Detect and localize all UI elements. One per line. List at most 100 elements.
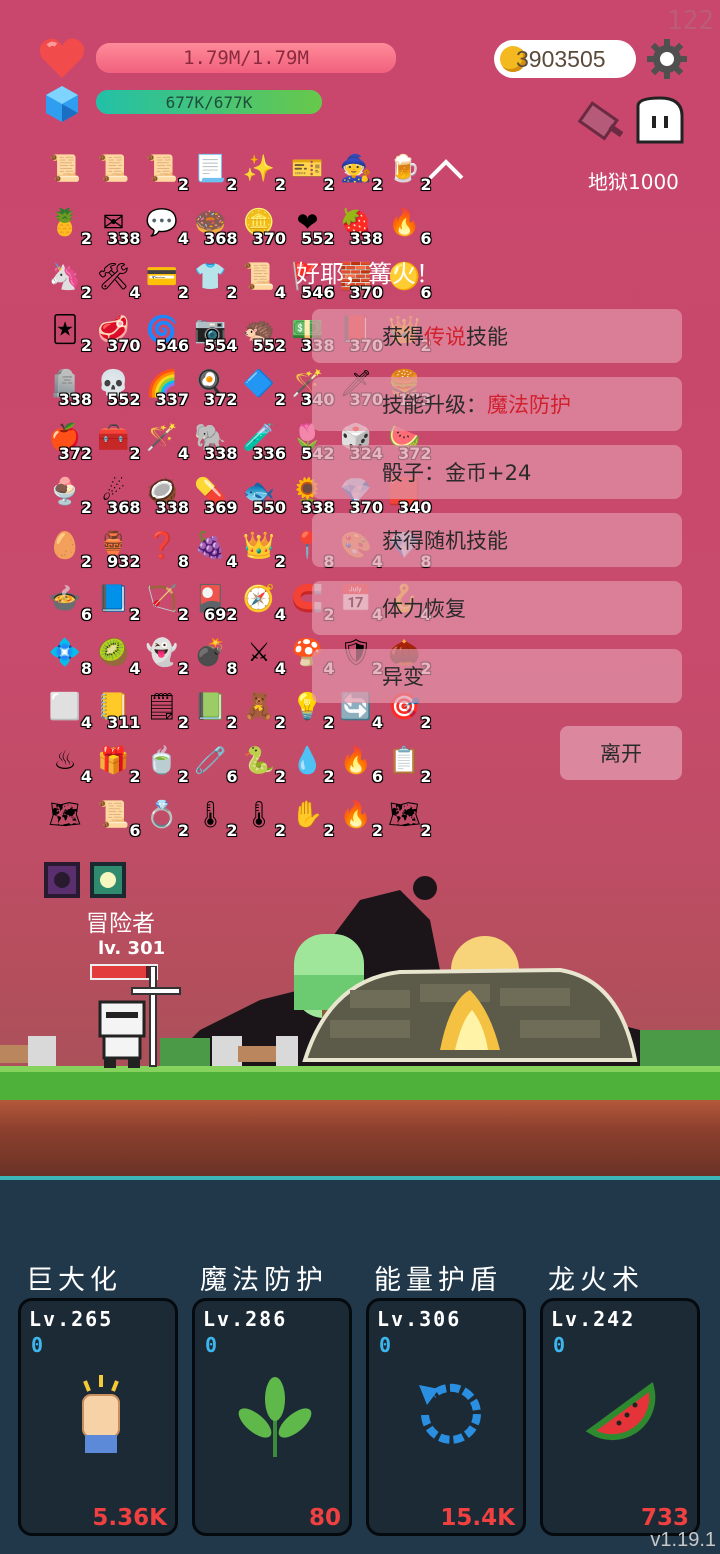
- inventory-item[interactable]: ✨ 2: [240, 150, 286, 194]
- inventory-item[interactable]: 📜 4: [240, 258, 286, 302]
- inventory-item[interactable]: 🗺: [46, 796, 84, 834]
- inventory-item[interactable]: 🃏 2: [46, 311, 92, 355]
- inventory-item[interactable]: 🍲 6: [46, 580, 92, 624]
- inventory-item[interactable]: ✋ 2: [289, 796, 334, 840]
- inventory-item[interactable]: 🪦 338: [46, 365, 92, 409]
- inventory-item[interactable]: ♨ 4: [46, 742, 92, 786]
- inventory-item[interactable]: 🌀 546: [143, 311, 189, 355]
- inventory-item[interactable]: 👑2: [240, 527, 286, 571]
- event-option-button[interactable]: 骰子：金币+24: [312, 445, 682, 499]
- inventory-item[interactable]: 💳 2: [143, 258, 189, 302]
- inventory-item[interactable]: 📗 2: [192, 688, 237, 732]
- inventory-item[interactable]: 🧙 2: [337, 150, 383, 194]
- item-icon: 📃: [194, 154, 227, 184]
- inventory-item[interactable]: 🐟 550: [240, 473, 286, 517]
- skill-card[interactable]: Lv.286 0 80: [192, 1298, 352, 1536]
- inventory-item[interactable]: 📃 2: [192, 150, 237, 194]
- inventory-item[interactable]: 🧷 6: [192, 742, 237, 786]
- inventory-item[interactable]: 🏺 932: [95, 527, 140, 571]
- inventory-item[interactable]: 🎁 2: [95, 742, 140, 786]
- inventory-item[interactable]: 💬 4: [143, 204, 189, 248]
- skill-name: 龙火术: [548, 1265, 644, 1296]
- event-option-button[interactable]: 异变: [312, 649, 682, 703]
- inventory-item[interactable]: 🦔 552: [240, 311, 286, 355]
- inventory-item[interactable]: 🍓 338: [337, 204, 383, 248]
- inventory-item[interactable]: 🗺 2: [386, 796, 432, 840]
- inventory-item[interactable]: 🪙 370: [240, 204, 286, 248]
- inventory-item[interactable]: 🪄 4: [143, 419, 189, 463]
- inventory-item[interactable]: 🐘 338: [192, 419, 237, 463]
- inventory-item[interactable]: ⬜ 4: [46, 688, 92, 732]
- item-icon: 📗: [194, 692, 227, 722]
- inventory-item[interactable]: 🧭 4: [240, 580, 286, 624]
- inventory-item[interactable]: 📘 2: [95, 580, 140, 624]
- item-count: 336: [252, 444, 286, 463]
- inventory-item[interactable]: 📷 554: [192, 311, 237, 355]
- inventory-item[interactable]: 🐍 2: [240, 742, 286, 786]
- inventory-item[interactable]: 💊 369: [192, 473, 237, 517]
- event-option-button[interactable]: 获得随机技能: [312, 513, 682, 567]
- leave-button[interactable]: 离开: [560, 726, 682, 780]
- inventory-item[interactable]: ✉ 338: [95, 204, 141, 248]
- inventory-item[interactable]: ❤ 552: [289, 204, 335, 248]
- item-count: 372: [204, 390, 238, 410]
- inventory-item[interactable]: ☄ 368: [95, 473, 141, 517]
- inventory-item[interactable]: 💍 2: [143, 796, 189, 840]
- inventory-item[interactable]: 👻 2: [143, 634, 189, 678]
- gear-icon[interactable]: [646, 38, 688, 80]
- inventory-item[interactable]: 🥥 338: [143, 473, 189, 517]
- inventory-item[interactable]: 📜: [95, 150, 133, 188]
- inventory-item[interactable]: 🏹 2: [143, 580, 189, 624]
- item-count: 6: [371, 766, 383, 786]
- inventory-item[interactable]: 🎴 692: [192, 580, 237, 624]
- inventory-item[interactable]: 🧪 336: [240, 419, 286, 463]
- inventory-item[interactable]: 🍵 2: [143, 742, 189, 786]
- skill-card[interactable]: Lv.306 0 15.4K: [366, 1298, 526, 1536]
- inventory-item[interactable]: 📜 2: [143, 150, 189, 194]
- inventory-item[interactable]: 🍳 372: [192, 365, 237, 409]
- inventory-item[interactable]: 🌈 337: [143, 365, 189, 409]
- inventory-item[interactable]: 👕 2: [192, 258, 237, 302]
- inventory-item[interactable]: ⚔ 4: [240, 634, 286, 678]
- inventory-item[interactable]: ❓ 8: [143, 527, 189, 571]
- inventory-item[interactable]: 🛠 4: [95, 258, 141, 302]
- hell-stage-icons[interactable]: [576, 96, 686, 150]
- inventory-item[interactable]: 🔥 2: [337, 796, 383, 840]
- inventory-item[interactable]: 🥚 2: [46, 527, 92, 571]
- event-option-button[interactable]: 技能升级： 魔法防护: [312, 377, 682, 431]
- item-count: 932: [107, 551, 141, 571]
- inventory-item[interactable]: 🧸 2: [240, 688, 286, 732]
- inventory-item[interactable]: 💣 8: [192, 634, 237, 678]
- event-option-button[interactable]: 体力恢复: [312, 581, 682, 635]
- inventory-item[interactable]: 💀 552: [95, 365, 140, 409]
- inventory-item[interactable]: 🥝 4: [95, 634, 140, 678]
- collapse-chevron-icon[interactable]: [426, 156, 466, 182]
- inventory-item[interactable]: 💠 8: [46, 634, 92, 678]
- inventory-item[interactable]: 🔷 2: [240, 365, 286, 409]
- inventory-item[interactable]: 🍎 372: [46, 419, 92, 463]
- inventory-item[interactable]: 🍺 2: [386, 150, 431, 194]
- inventory-item[interactable]: 🍍 2: [46, 204, 92, 248]
- skill-card[interactable]: Lv.265 0 5.36K: [18, 1298, 178, 1536]
- inventory-item[interactable]: 🍇 4: [192, 527, 237, 571]
- inventory-item[interactable]: 🎫 2: [289, 150, 334, 194]
- inventory-item[interactable]: 🔥 6: [386, 204, 431, 248]
- inventory-item[interactable]: 🔥 6: [337, 742, 383, 786]
- inventory-item[interactable]: 🥩 370: [95, 311, 140, 355]
- inventory-item[interactable]: 💧 2: [289, 742, 334, 786]
- item-count: 2: [177, 175, 189, 194]
- item-count: 368: [107, 497, 141, 517]
- inventory-item[interactable]: 📒 311: [95, 688, 140, 732]
- skill-card[interactable]: Lv.242 0 733: [540, 1298, 700, 1536]
- event-option-button[interactable]: 获得 传说 技能: [312, 309, 682, 363]
- inventory-item[interactable]: 🌡 2: [240, 796, 286, 840]
- inventory-item[interactable]: 🍩 368: [192, 204, 237, 248]
- inventory-item[interactable]: 📜: [46, 150, 84, 188]
- inventory-item[interactable]: 📋 2: [386, 742, 431, 786]
- inventory-item[interactable]: 🗒 2: [143, 688, 189, 732]
- inventory-item[interactable]: 🧰 2: [95, 419, 140, 463]
- inventory-item[interactable]: 🍨 2: [46, 473, 92, 517]
- inventory-item[interactable]: 🦄 2: [46, 258, 92, 302]
- inventory-item[interactable]: 📜 6: [95, 796, 140, 840]
- inventory-item[interactable]: 🌡 2: [192, 796, 238, 840]
